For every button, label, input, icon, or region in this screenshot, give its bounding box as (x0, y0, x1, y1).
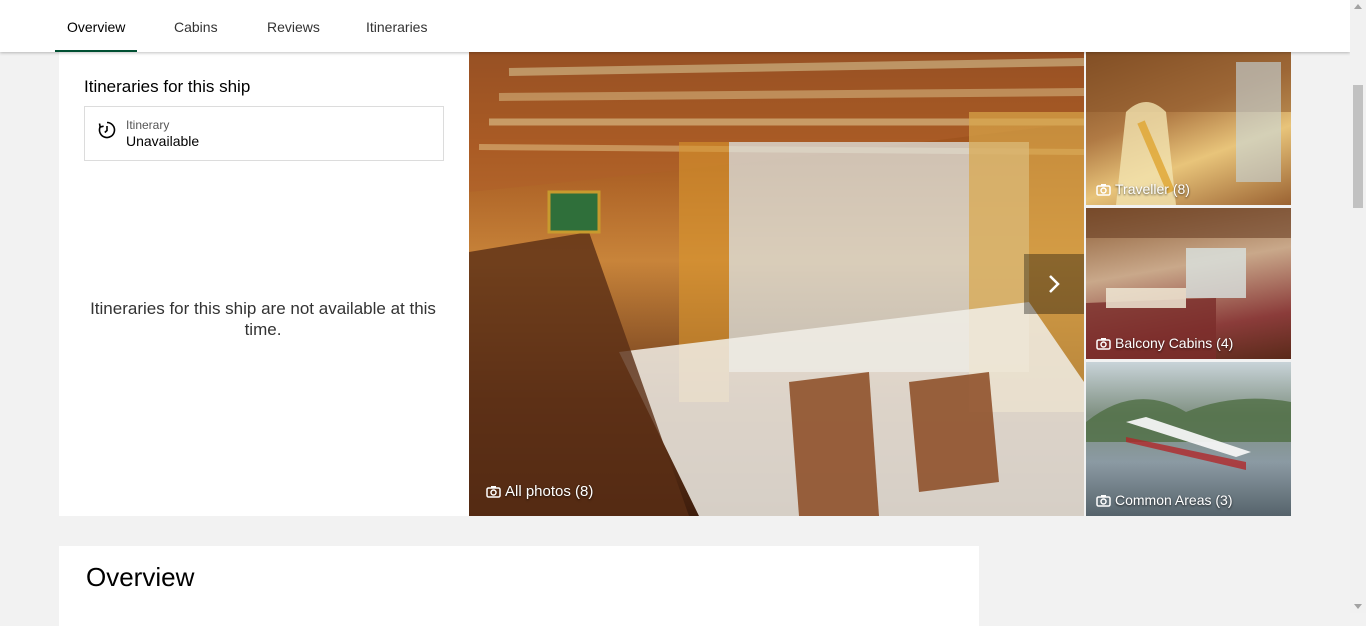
itineraries-unavailable-message: Itineraries for this ship are not availa… (90, 299, 436, 339)
common-areas-label: Common Areas (3) (1096, 492, 1232, 508)
balcony-cabins-label: Balcony Cabins (4) (1096, 335, 1233, 351)
tab-itineraries[interactable]: Itineraries (366, 0, 427, 52)
all-photos-text: All photos (8) (505, 483, 594, 500)
camera-icon (1096, 183, 1111, 196)
page-scrollbar[interactable] (1350, 0, 1366, 613)
scroll-up-arrow-icon[interactable] (1354, 4, 1362, 9)
traveller-label: Traveller (8) (1096, 181, 1190, 197)
itinerary-status-box: Itinerary Unavailable (84, 106, 444, 161)
tab-overview[interactable]: Overview (54, 0, 138, 52)
main-ship-photo[interactable]: All photos (8) (469, 52, 1084, 516)
itineraries-title: Itineraries for this ship (84, 77, 251, 96)
common-areas-text: Common Areas (3) (1115, 492, 1233, 508)
common-areas-thumbnail[interactable]: Common Areas (3) (1086, 362, 1291, 516)
dining-room-photo (469, 52, 1084, 516)
top-nav: Overview Cabins Reviews Itineraries (0, 0, 1350, 52)
itinerary-value: Unavailable (126, 133, 200, 149)
traveller-photos-thumbnail[interactable]: Traveller (8) (1086, 52, 1291, 205)
balcony-cabins-thumbnail[interactable]: Balcony Cabins (4) (1086, 208, 1291, 359)
itinerary-label: Itinerary (126, 118, 170, 132)
tab-reviews[interactable]: Reviews (267, 0, 320, 52)
itineraries-panel: Itineraries for this ship Itinerary Unav… (59, 52, 469, 516)
history-clock-icon (98, 121, 116, 139)
chevron-right-icon (1049, 275, 1060, 293)
all-photos-label[interactable]: All photos (8) (486, 483, 593, 500)
camera-icon (1096, 337, 1111, 350)
camera-icon (486, 486, 501, 498)
camera-icon (1096, 494, 1111, 507)
tab-cabins[interactable]: Cabins (174, 0, 218, 52)
scroll-thumb[interactable] (1353, 85, 1363, 208)
scroll-down-arrow-icon[interactable] (1354, 604, 1362, 609)
overview-section: Overview (59, 546, 979, 626)
balcony-cabins-text: Balcony Cabins (4) (1115, 335, 1234, 351)
traveller-text: Traveller (8) (1115, 181, 1190, 197)
next-photo-button[interactable] (1024, 254, 1084, 314)
overview-heading: Overview (86, 562, 195, 592)
